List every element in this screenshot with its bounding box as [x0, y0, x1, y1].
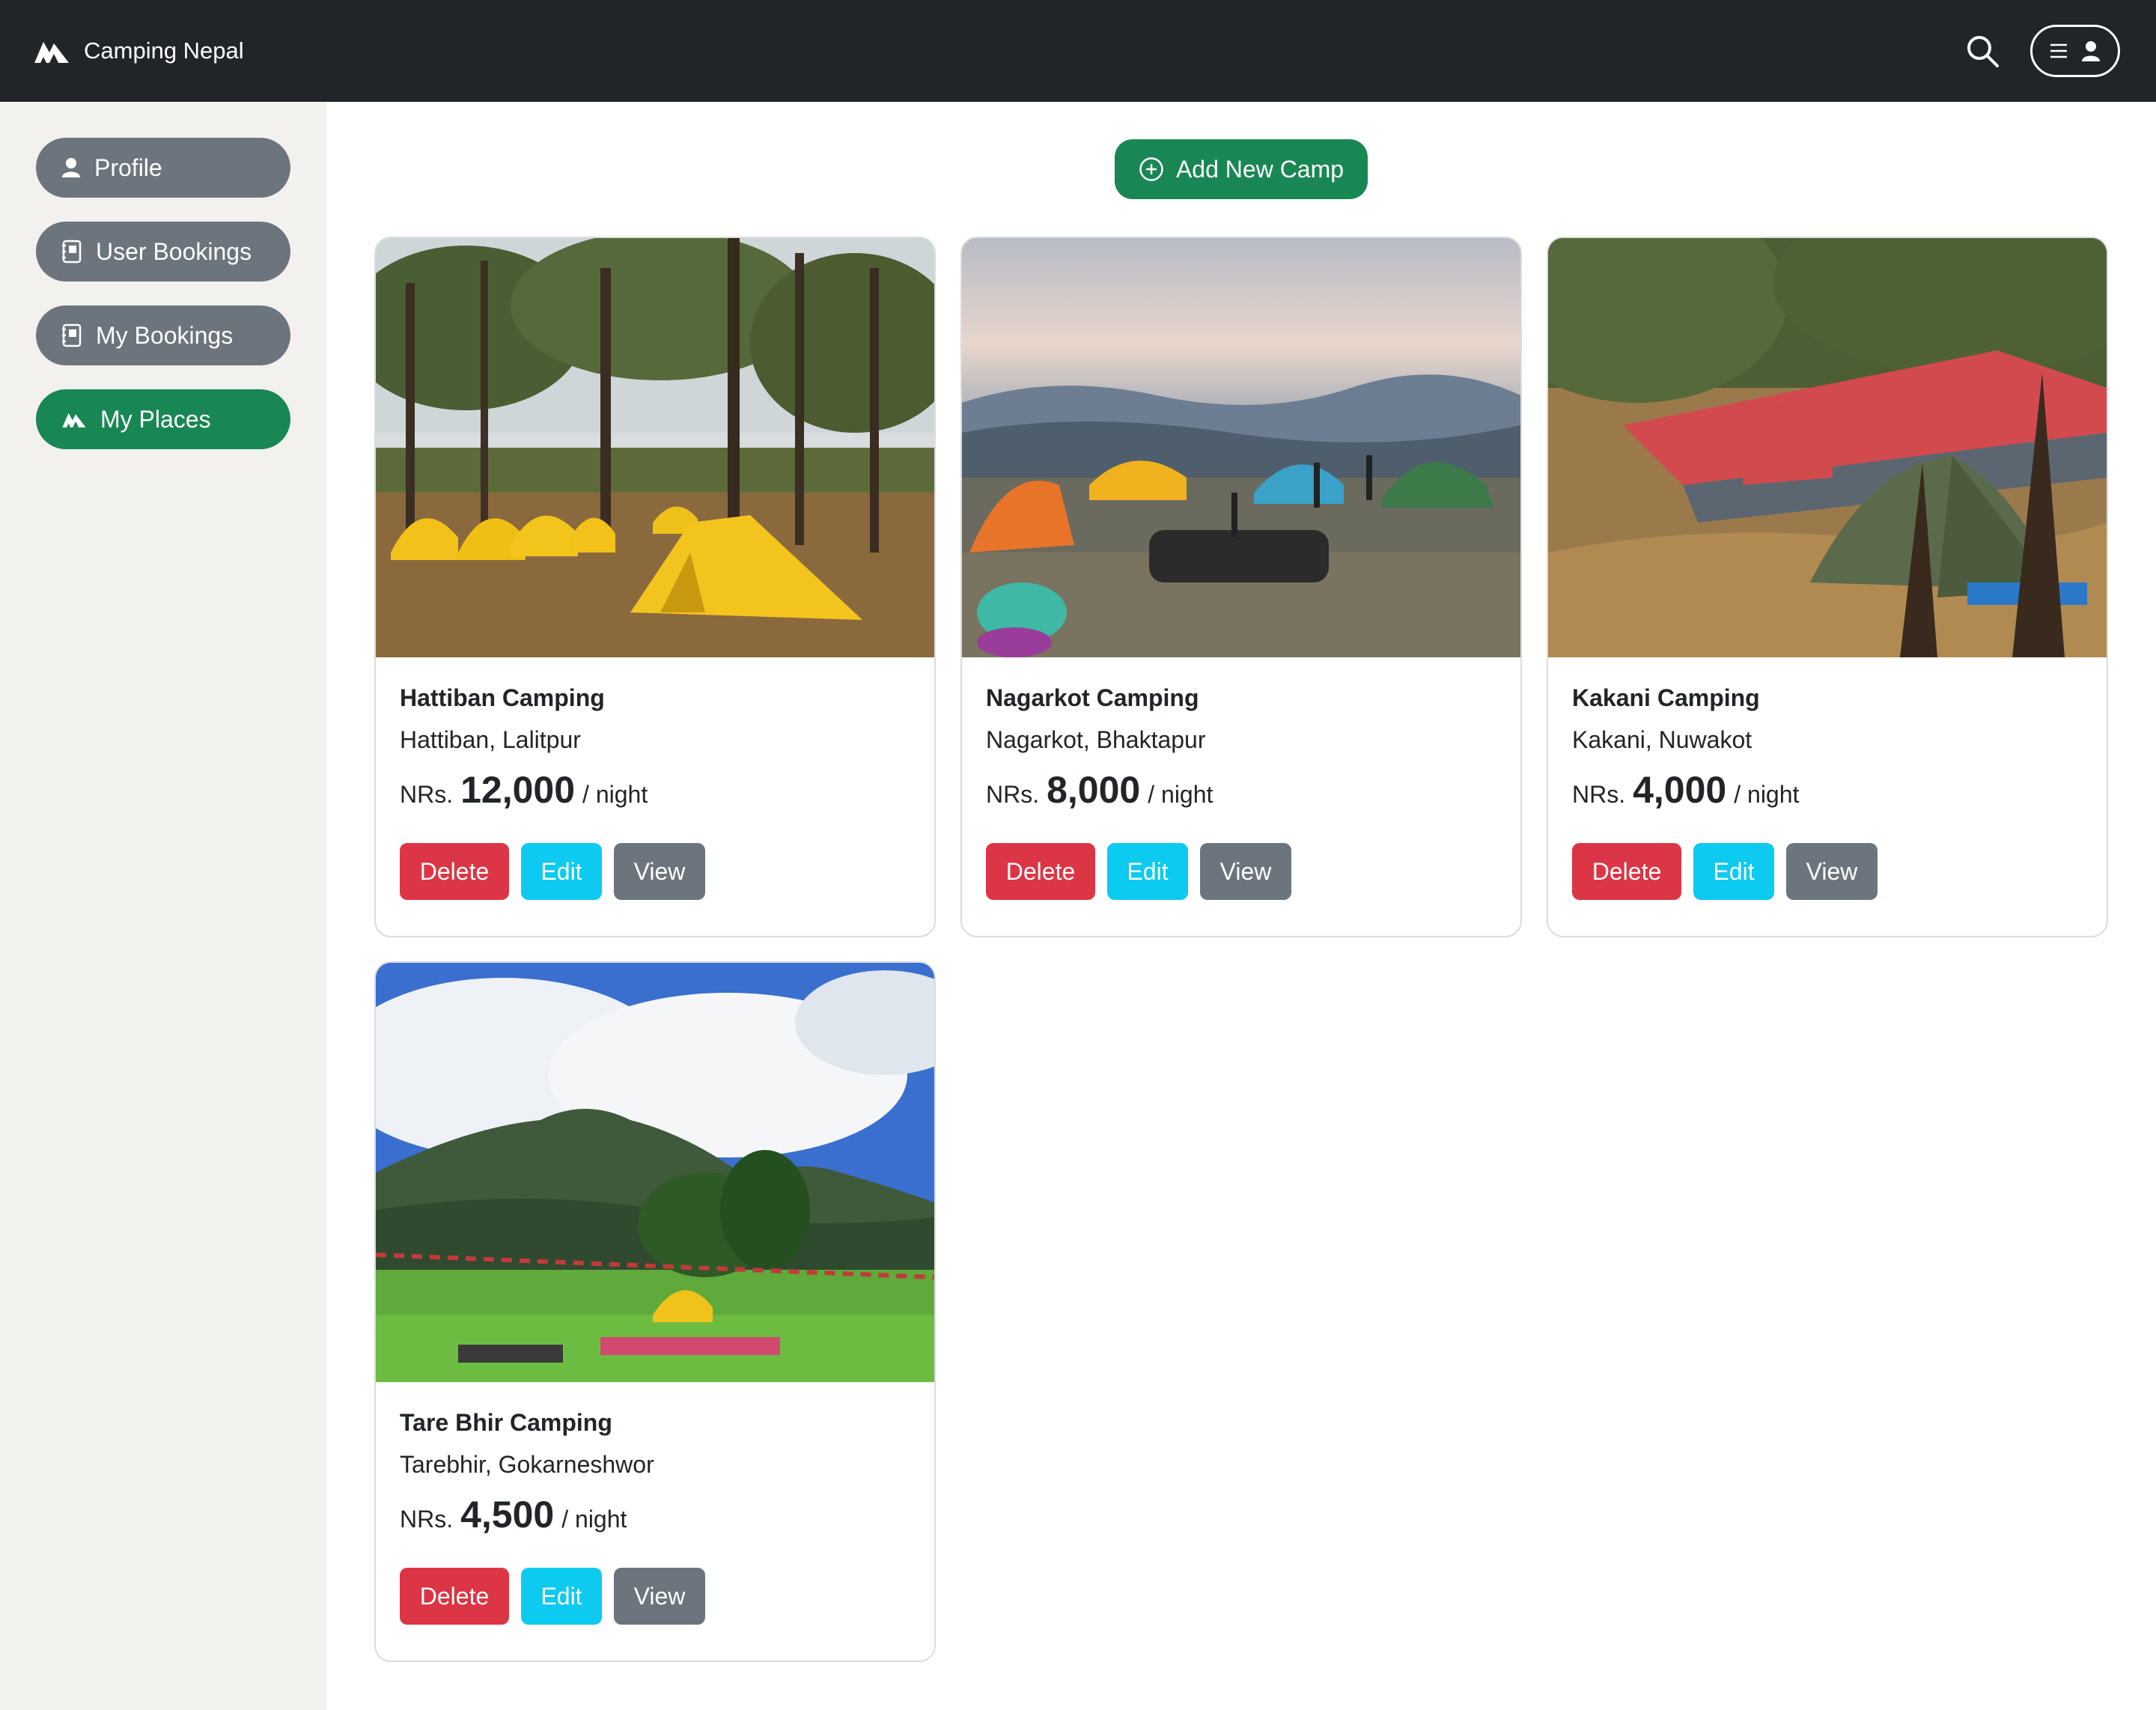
edit-button[interactable]: Edit	[521, 843, 602, 900]
camp-photo	[376, 963, 934, 1382]
brand-name: Camping Nepal	[84, 37, 244, 64]
view-button[interactable]: View	[1200, 843, 1291, 900]
brand-link[interactable]: Camping Nepal	[33, 33, 244, 69]
edit-button[interactable]: Edit	[521, 1568, 602, 1625]
edit-button[interactable]: Edit	[1693, 843, 1774, 900]
notebook-icon	[62, 323, 82, 347]
camp-title: Kakani Camping	[1572, 684, 1760, 711]
delete-button[interactable]: Delete	[986, 843, 1095, 900]
camp-price: NRs. 12,000 / night	[400, 768, 648, 812]
camp-location: Nagarkot, Bhaktapur	[986, 726, 1206, 753]
price-value: 8,000	[1047, 769, 1141, 811]
user-icon	[2082, 41, 2100, 61]
sidebar-item-my-bookings[interactable]: My Bookings	[36, 305, 290, 365]
tent-icon	[34, 42, 69, 63]
plus-circle-icon	[1139, 157, 1163, 181]
price-unit: / night	[1148, 781, 1213, 808]
top-navbar: Camping Nepal	[0, 0, 2156, 102]
camp-card: Kakani Camping Kakani, Nuwakot NRs. 4,00…	[1547, 237, 2108, 937]
tent-icon	[62, 413, 86, 428]
card-actions: Delete Edit View	[986, 843, 1291, 900]
camp-title: Tare Bhir Camping	[400, 1409, 612, 1436]
camp-price: NRs. 4,500 / night	[400, 1493, 627, 1536]
sidebar-item-label: My Bookings	[96, 321, 234, 349]
camp-title: Hattiban Camping	[400, 684, 605, 711]
sidebar-item-profile[interactable]: Profile	[36, 138, 290, 198]
delete-button[interactable]: Delete	[400, 843, 509, 900]
price-currency: NRs.	[400, 781, 454, 808]
price-value: 4,000	[1633, 769, 1727, 811]
camp-location: Kakani, Nuwakot	[1572, 726, 1752, 753]
camp-card: Tare Bhir Camping Tarebhir, Gokarneshwor…	[374, 961, 936, 1662]
camp-location: Hattiban, Lalitpur	[400, 726, 581, 753]
view-button[interactable]: View	[1786, 843, 1878, 900]
sidebar-item-user-bookings[interactable]: User Bookings	[36, 222, 290, 282]
card-actions: Delete Edit View	[400, 1568, 705, 1625]
add-new-camp-label: Add New Camp	[1175, 155, 1345, 183]
price-currency: NRs.	[400, 1506, 454, 1533]
add-new-camp-button[interactable]: Add New Camp	[1115, 139, 1368, 199]
price-unit: / night	[582, 781, 648, 808]
camp-location: Tarebhir, Gokarneshwor	[400, 1451, 654, 1478]
search-button[interactable]	[1964, 33, 2002, 70]
view-button[interactable]: View	[614, 1568, 705, 1625]
card-actions: Delete Edit View	[400, 843, 705, 900]
camp-price: NRs. 8,000 / night	[986, 768, 1213, 812]
price-value: 12,000	[460, 769, 576, 811]
sidebar: Profile User Bookings My Bookings My Pla…	[0, 102, 326, 1710]
user-menu-button[interactable]	[2030, 25, 2120, 77]
price-value: 4,500	[460, 1494, 555, 1536]
camp-title: Nagarkot Camping	[986, 684, 1199, 711]
notebook-icon	[62, 240, 82, 264]
sidebar-item-label: Profile	[94, 153, 162, 181]
price-currency: NRs.	[986, 781, 1040, 808]
menu-icon	[2050, 43, 2067, 58]
sidebar-item-my-places[interactable]: My Places	[36, 389, 290, 449]
price-currency: NRs.	[1572, 781, 1626, 808]
camp-photo	[376, 238, 934, 657]
camp-photo	[1548, 238, 2107, 657]
camp-photo	[962, 238, 1520, 657]
user-icon	[62, 158, 80, 177]
card-actions: Delete Edit View	[1572, 843, 1878, 900]
sidebar-item-label: My Places	[100, 405, 211, 433]
search-icon	[1967, 36, 1999, 67]
sidebar-item-label: User Bookings	[96, 237, 252, 265]
edit-button[interactable]: Edit	[1107, 843, 1188, 900]
camp-price: NRs. 4,000 / night	[1572, 768, 1799, 812]
delete-button[interactable]: Delete	[400, 1568, 509, 1625]
view-button[interactable]: View	[614, 843, 705, 900]
delete-button[interactable]: Delete	[1572, 843, 1681, 900]
camp-card: Hattiban Camping Hattiban, Lalitpur NRs.…	[374, 237, 936, 937]
price-unit: / night	[561, 1506, 627, 1533]
camp-card: Nagarkot Camping Nagarkot, Bhaktapur NRs…	[960, 237, 1522, 937]
price-unit: / night	[1734, 781, 1800, 808]
